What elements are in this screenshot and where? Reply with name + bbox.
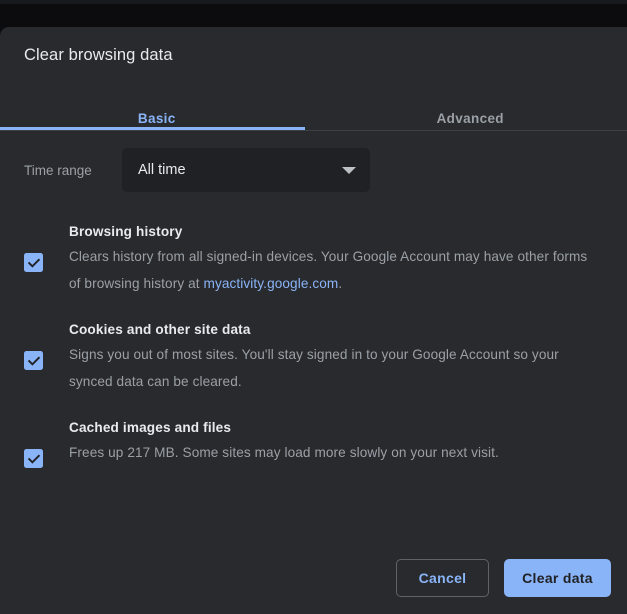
chevron-down-icon — [342, 167, 356, 174]
time-range-value: All time — [138, 162, 186, 178]
checkbox-cached-images[interactable] — [24, 449, 43, 468]
clear-browsing-data-dialog: Clear browsing data Basic Advanced Time … — [0, 27, 627, 614]
check-icon — [27, 356, 40, 366]
option-text-cookies: Cookies and other site data Signs you ou… — [69, 319, 599, 395]
option-description: Clears history from all signed-in device… — [69, 243, 599, 297]
option-row-browsing-history[interactable]: Browsing history Clears history from all… — [0, 221, 627, 297]
option-title: Cookies and other site data — [69, 322, 251, 337]
options-list: Browsing history Clears history from all… — [0, 221, 627, 468]
checkbox-browsing-history[interactable] — [24, 253, 43, 272]
tab-strip-divider — [0, 130, 627, 131]
check-icon — [27, 258, 40, 268]
check-icon — [27, 454, 40, 464]
time-range-row: Time range All time — [0, 145, 627, 195]
tab-active-indicator — [0, 127, 305, 130]
option-text-browsing-history: Browsing history Clears history from all… — [69, 221, 599, 297]
option-title: Cached images and files — [69, 420, 232, 435]
option-text-cached-images: Cached images and files Frees up 217 MB.… — [69, 417, 499, 468]
option-description-text-tail: . — [338, 276, 343, 291]
option-row-cookies[interactable]: Cookies and other site data Signs you ou… — [0, 319, 627, 395]
dialog-footer: Cancel Clear data — [396, 559, 611, 597]
time-range-select[interactable]: All time — [122, 148, 370, 192]
dialog-title: Clear browsing data — [24, 46, 173, 64]
tab-advanced[interactable]: Advanced — [314, 105, 627, 131]
cancel-button[interactable]: Cancel — [396, 559, 489, 597]
option-row-cached-images[interactable]: Cached images and files Frees up 217 MB.… — [0, 417, 627, 468]
browser-window-top-edge — [0, 0, 627, 4]
option-description: Frees up 217 MB. Some sites may load mor… — [69, 445, 499, 460]
time-range-label: Time range — [24, 162, 92, 178]
checkbox-cookies[interactable] — [24, 351, 43, 370]
clear-data-button[interactable]: Clear data — [504, 559, 611, 597]
myactivity-link[interactable]: myactivity.google.com — [204, 276, 339, 291]
option-description: Signs you out of most sites. You'll stay… — [69, 347, 559, 389]
option-title: Browsing history — [69, 224, 183, 239]
